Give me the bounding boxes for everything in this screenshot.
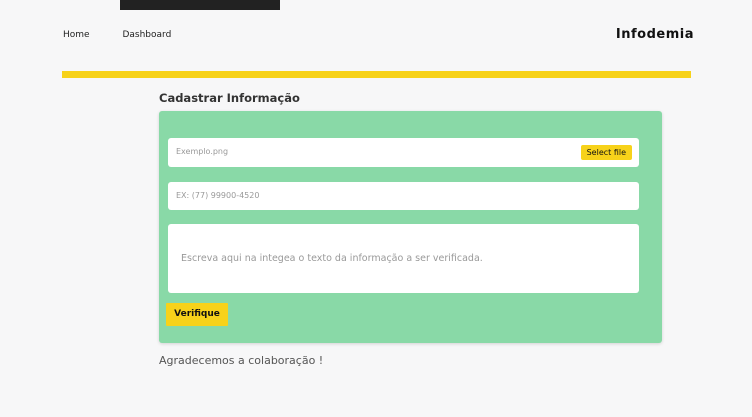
select-file-button[interactable]: Select file — [580, 145, 632, 160]
header-divider — [62, 71, 691, 78]
nav-dashboard[interactable]: Dashboard — [122, 30, 171, 40]
thanks-note: Agradecemos a colaboração ! — [159, 354, 324, 367]
phone-placeholder: EX: (77) 99900-4520 — [176, 191, 260, 200]
nav-home[interactable]: Home — [63, 30, 90, 40]
info-textarea[interactable]: Escreva aqui na integea o texto da infor… — [168, 224, 639, 293]
header-fragment — [120, 0, 280, 10]
file-input[interactable]: Exemplo.png Select file — [168, 138, 639, 167]
page-title: Cadastrar Informação — [159, 91, 300, 105]
top-nav: Home Dashboard — [63, 30, 201, 40]
brand-logo[interactable]: Infodemia — [616, 27, 694, 42]
form-card: Exemplo.png Select file EX: (77) 99900-4… — [159, 111, 662, 343]
verify-button[interactable]: Verifique — [166, 303, 228, 326]
phone-input[interactable]: EX: (77) 99900-4520 — [168, 182, 639, 210]
file-placeholder: Exemplo.png — [176, 147, 229, 156]
textarea-placeholder: Escreva aqui na integea o texto da infor… — [181, 253, 483, 264]
